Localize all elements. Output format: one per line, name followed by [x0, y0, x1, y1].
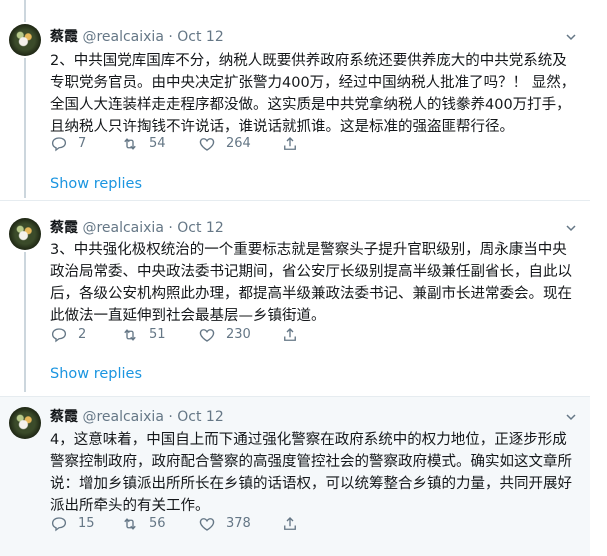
reply-button[interactable]: 15 [50, 514, 95, 534]
reply-button[interactable]: 2 [50, 325, 86, 345]
reply-button[interactable]: 7 [50, 134, 86, 154]
share-button[interactable] [281, 325, 299, 345]
reply-icon [51, 137, 67, 152]
heart-icon [199, 138, 215, 151]
author-name[interactable]: 蔡霞 [50, 29, 78, 45]
share-icon [284, 517, 296, 530]
avatar[interactable] [9, 24, 41, 56]
retweet-count: 54 [149, 136, 166, 151]
tweet[interactable]: 蔡霞 @realcaixia · Oct 12 4，这意味着，中国自上而下通过强… [0, 397, 590, 556]
share-icon [284, 328, 296, 341]
like-button[interactable]: 378 [198, 514, 251, 534]
reply-count: 7 [78, 136, 87, 151]
reply-count: 15 [78, 516, 95, 531]
tweet-header: 蔡霞 @realcaixia · Oct 12 [50, 407, 224, 427]
retweet-button[interactable]: 51 [121, 325, 166, 345]
share-icon [284, 137, 296, 150]
author-handle[interactable]: @realcaixia [82, 29, 163, 45]
like-count: 264 [226, 136, 251, 151]
separator-dot: · [168, 29, 173, 45]
author-name[interactable]: 蔡霞 [50, 220, 78, 236]
tweet-text: 3、中共强化极权统治的一个重要标志就是警察头子提升官职级别，周永康当中央政治局常… [50, 242, 572, 324]
tweet-header: 蔡霞 @realcaixia · Oct 12 [50, 27, 224, 47]
share-button[interactable] [281, 134, 299, 154]
retweet-count: 56 [149, 516, 166, 531]
author-handle[interactable]: @realcaixia [82, 409, 163, 425]
tweet[interactable]: 蔡霞 @realcaixia · Oct 12 3、中共强化极权统治的一个重要标… [0, 201, 590, 396]
show-replies-link[interactable]: Show replies [50, 174, 142, 194]
like-count: 378 [226, 516, 251, 531]
tweet-date[interactable]: Oct 12 [177, 409, 223, 425]
chevron-down-icon[interactable] [566, 223, 576, 233]
author-name[interactable]: 蔡霞 [50, 409, 78, 425]
tweet-text: 4，这意味着，中国自上而下通过强化警察在政府系统中的权力地位，正逐步形成警察控制… [50, 432, 572, 514]
chevron-down-icon[interactable] [566, 412, 576, 422]
retweet-count: 51 [149, 327, 166, 342]
reply-icon [51, 328, 67, 343]
show-replies-link[interactable]: Show replies [50, 364, 142, 384]
retweet-button[interactable]: 56 [121, 514, 166, 534]
separator-dot: · [168, 409, 173, 425]
reply-icon [51, 517, 67, 532]
retweet-icon [124, 329, 136, 341]
separator-dot: · [168, 220, 173, 236]
tweet[interactable]: 蔡霞 @realcaixia · Oct 12 2、中共国党库国库不分，纳税人既… [0, 0, 590, 200]
tweet-date[interactable]: Oct 12 [177, 29, 223, 45]
retweet-button[interactable]: 54 [121, 134, 166, 154]
reply-count: 2 [78, 327, 87, 342]
heart-icon [199, 518, 215, 531]
author-handle[interactable]: @realcaixia [82, 220, 163, 236]
tweet-text: 2、中共国党库国库不分，纳税人既要供养政府系统还要供养庞大的中共党系统及专职党务… [50, 53, 576, 135]
chevron-down-icon[interactable] [566, 32, 576, 42]
avatar[interactable] [9, 407, 41, 439]
like-button[interactable]: 230 [198, 325, 251, 345]
like-button[interactable]: 264 [198, 134, 251, 154]
tweet-header: 蔡霞 @realcaixia · Oct 12 [50, 218, 224, 238]
like-count: 230 [226, 327, 251, 342]
retweet-icon [124, 138, 136, 150]
heart-icon [199, 329, 215, 342]
share-button[interactable] [281, 514, 299, 534]
avatar[interactable] [9, 218, 41, 250]
retweet-icon [124, 518, 136, 530]
tweet-date[interactable]: Oct 12 [177, 220, 223, 236]
